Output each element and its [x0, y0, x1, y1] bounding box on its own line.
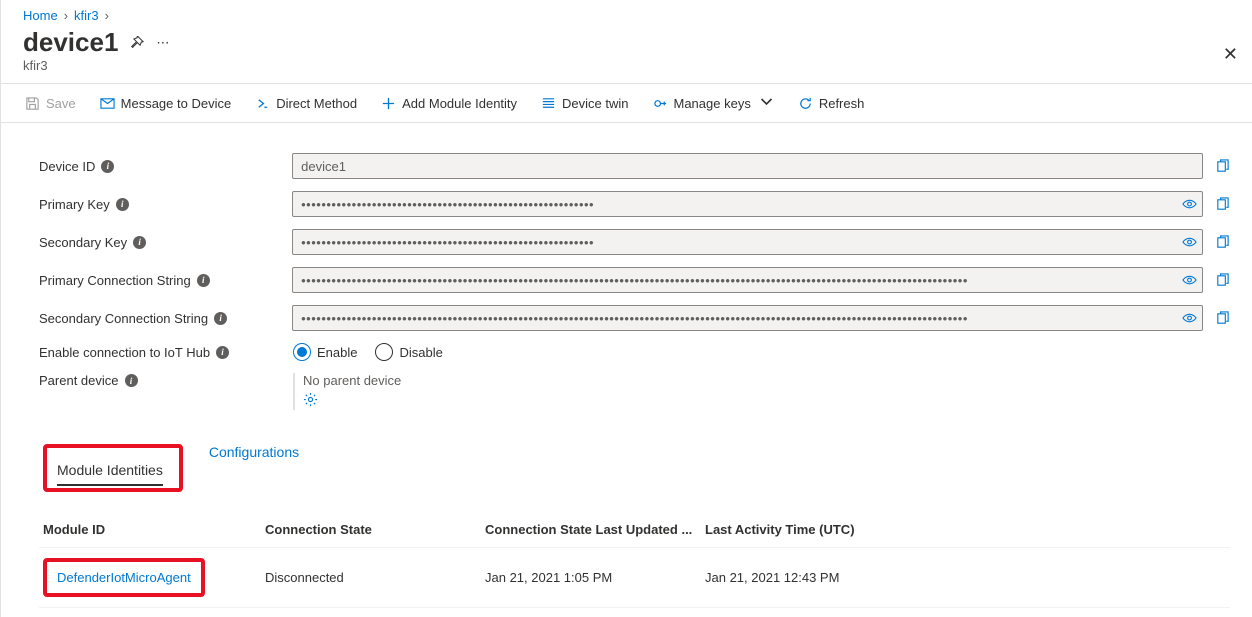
device-id-field[interactable]	[292, 153, 1203, 179]
highlight-annotation: Module Identities	[43, 444, 183, 492]
manage-keys-label: Manage keys	[674, 96, 751, 111]
secondary-conn-label: Secondary Connection String	[39, 311, 208, 326]
col-header-conn-state[interactable]: Connection State	[265, 522, 485, 537]
no-parent-text: No parent device	[303, 373, 401, 388]
copy-icon[interactable]	[1215, 197, 1230, 212]
parent-device-label: Parent device	[39, 373, 119, 388]
secondary-conn-field[interactable]	[292, 305, 1203, 331]
conn-state-cell: Disconnected	[265, 570, 485, 585]
twin-label: Device twin	[562, 96, 628, 111]
direct-method-button[interactable]: Direct Method	[245, 90, 367, 117]
chevron-right-icon: ›	[64, 8, 68, 23]
secondary-key-label: Secondary Key	[39, 235, 127, 250]
more-icon[interactable]: ⋯	[156, 35, 169, 51]
col-header-conn-updated[interactable]: Connection State Last Updated ...	[485, 522, 705, 537]
breadcrumb-home[interactable]: Home	[23, 8, 58, 23]
secondary-key-field[interactable]	[292, 229, 1203, 255]
page-title: device1	[23, 27, 118, 58]
gear-icon[interactable]	[303, 392, 318, 407]
conn-updated-cell: Jan 21, 2021 1:05 PM	[485, 570, 705, 585]
module-identities-table: Module ID Connection State Connection St…	[39, 512, 1230, 608]
info-icon[interactable]: i	[197, 274, 210, 287]
copy-icon[interactable]	[1215, 235, 1230, 250]
refresh-button[interactable]: Refresh	[788, 90, 875, 117]
copy-icon[interactable]	[1215, 273, 1230, 288]
chevron-right-icon: ›	[105, 8, 109, 23]
highlight-annotation: DefenderIotMicroAgent	[43, 558, 205, 597]
copy-icon[interactable]	[1215, 311, 1230, 326]
eye-icon[interactable]	[1182, 235, 1197, 250]
refresh-label: Refresh	[819, 96, 865, 111]
save-button: Save	[15, 90, 86, 117]
message-to-device-button[interactable]: Message to Device	[90, 90, 242, 117]
add-module-label: Add Module Identity	[402, 96, 517, 111]
device-id-label: Device ID	[39, 159, 95, 174]
device-twin-button[interactable]: Device twin	[531, 90, 638, 117]
table-row[interactable]: DefenderIotMicroAgent Disconnected Jan 2…	[39, 548, 1230, 608]
enable-conn-label: Enable connection to IoT Hub	[39, 345, 210, 360]
info-icon[interactable]: i	[125, 374, 138, 387]
close-button[interactable]: ✕	[1223, 44, 1238, 65]
manage-keys-button[interactable]: Manage keys	[643, 88, 784, 118]
tab-configurations[interactable]: Configurations	[209, 444, 299, 492]
info-icon[interactable]: i	[116, 198, 129, 211]
message-label: Message to Device	[121, 96, 232, 111]
eye-icon[interactable]	[1182, 197, 1197, 212]
copy-icon[interactable]	[1215, 159, 1230, 174]
tab-module-identities[interactable]: Module Identities	[57, 462, 163, 486]
direct-label: Direct Method	[276, 96, 357, 111]
info-icon[interactable]: i	[133, 236, 146, 249]
last-activity-cell: Jan 21, 2021 12:43 PM	[705, 570, 925, 585]
enable-radio-label: Enable	[317, 345, 357, 360]
info-icon[interactable]: i	[216, 346, 229, 359]
module-id-link[interactable]: DefenderIotMicroAgent	[57, 570, 191, 585]
command-bar: Save Message to Device Direct Method Add…	[1, 83, 1252, 123]
chevron-down-icon	[759, 94, 774, 112]
page-subtitle: kfir3	[1, 58, 1252, 83]
primary-conn-label: Primary Connection String	[39, 273, 191, 288]
primary-key-label: Primary Key	[39, 197, 110, 212]
save-label: Save	[46, 96, 76, 111]
pin-icon[interactable]	[130, 36, 144, 50]
add-module-button[interactable]: Add Module Identity	[371, 90, 527, 117]
info-icon[interactable]: i	[101, 160, 114, 173]
primary-conn-field[interactable]	[292, 267, 1203, 293]
info-icon[interactable]: i	[214, 312, 227, 325]
col-header-last-activity[interactable]: Last Activity Time (UTC)	[705, 522, 925, 537]
disable-radio[interactable]: Disable	[375, 343, 442, 361]
eye-icon[interactable]	[1182, 273, 1197, 288]
col-header-module-id[interactable]: Module ID	[43, 522, 265, 537]
breadcrumb: Home › kfir3 ›	[1, 0, 1252, 27]
disable-radio-label: Disable	[399, 345, 442, 360]
enable-radio[interactable]: Enable	[293, 343, 357, 361]
primary-key-field[interactable]	[292, 191, 1203, 217]
eye-icon[interactable]	[1182, 311, 1197, 326]
breadcrumb-hub[interactable]: kfir3	[74, 8, 99, 23]
